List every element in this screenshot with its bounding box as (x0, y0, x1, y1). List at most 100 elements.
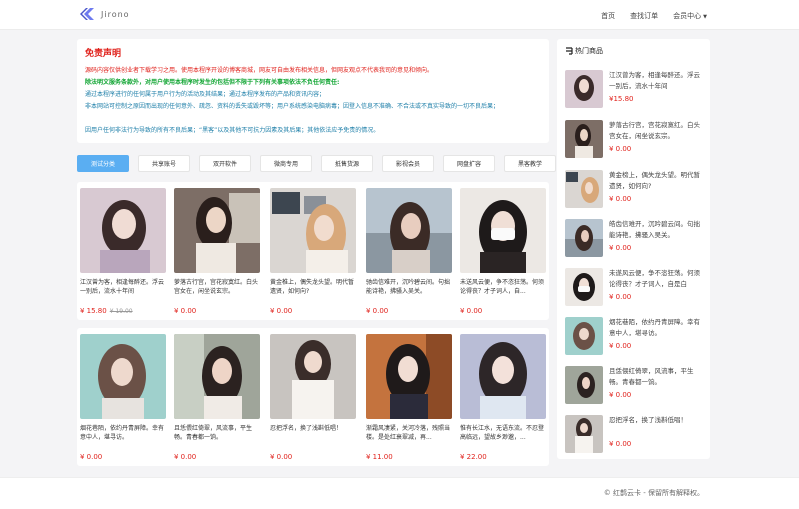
product-title: 且恁偎红倚翠，风流事，平生畅。青春都一饷。 (174, 425, 253, 441)
disclaimer-line: 通过本程序进行的任何属于用户行为的活动及其结果；通过本程序发布的产品和资讯内容； (85, 91, 326, 98)
tab-video-vip[interactable]: 影视会员 (382, 155, 434, 172)
product-title: 烟花巷陌，依约丹青屏障。幸有意中人，堪寻访。 (80, 425, 165, 441)
product-image (174, 188, 260, 273)
disclaimer-line: 因用户任何非法行为导致的所有不良后果；“黑客”以及其他不可抗力因素及其后果；其他… (85, 127, 380, 134)
price-original: ¥ 19.00 (109, 308, 133, 315)
product-price: ¥ 0.00 (460, 307, 483, 315)
hot-item[interactable]: 黄金榜上，偶失龙头望。明代暂遗贤，如何向? ¥ 0.00 (565, 170, 705, 210)
hot-item[interactable]: 且恁偎红倚翠，风流事，平生畅。青春都一饷。 ¥ 0.00 (565, 366, 705, 406)
hot-item-title: 黄金榜上，偶失龙头望。明代暂遗贤，如何向? (609, 171, 700, 190)
hot-item-price: ¥ 0.00 (609, 195, 632, 203)
hot-products-sidebar: 热门商品 江汉曾为客，相逢每醉还。浮云一别后，流水十年间 ¥15.80 萝落古行… (557, 39, 710, 459)
product-price: ¥ 22.00 (460, 453, 487, 461)
hot-item-thumb (565, 366, 603, 404)
hot-products-title: 热门商品 (575, 47, 603, 55)
product-card[interactable]: 未送风云便，争不恣狂荡。何须论得丧？才子词人，自... ¥ 0.00 (460, 188, 546, 315)
product-card[interactable]: 驰齿信难开，沉吟碧云间。句拙能诗艳，拂骚入吴关。 ¥ 0.00 (366, 188, 452, 315)
nav-member-label: 会员中心 (673, 12, 702, 20)
disclaimer-line: 非本网站可控制之原因而出现的任何意外、疏忽、资料的丢失或毁坏等；用户系统感染电脑… (85, 103, 500, 110)
product-card[interactable]: 萝落古行宫，宫花寂寞红。白头宫女在，闲坐说玄宗。 ¥ 0.00 (174, 188, 260, 315)
brand-name: Jirono (101, 9, 130, 19)
hot-item-thumb (565, 415, 603, 453)
product-card[interactable]: 且恁偎红倚翠，风流事，平生畅。青春都一饷。 ¥ 0.00 (174, 334, 260, 461)
product-title: 萝落古行宫，宫花寂寞红。白头宫女在，闲坐说玄宗。 (174, 279, 259, 295)
top-bar: Jirono 首页 查找订单 会员中心 ▼ (0, 0, 799, 30)
hot-item-title: 江汉曾为客，相逢每醉还。浮云一别后，流水十年间 (609, 71, 700, 90)
nav-home[interactable]: 首页 (601, 11, 615, 21)
product-title: 驰齿信难开，沉吟碧云间。句拙能诗艳，拂骚入吴关。 (366, 279, 451, 295)
hot-item[interactable]: 江汉曾为客，相逢每醉还。浮云一别后，流水十年间 ¥15.80 (565, 70, 705, 110)
product-image (366, 334, 452, 419)
hot-item-title: 且恁偎红倚翠，风流事，平生畅。青春都一饷。 (609, 367, 694, 386)
product-image (366, 188, 452, 273)
product-card[interactable]: 烟花巷陌，依约丹青屏障。幸有意中人，堪寻访。 ¥ 0.00 (80, 334, 166, 461)
hot-item-thumb (565, 120, 603, 158)
hot-item-price: ¥ 0.00 (609, 145, 632, 153)
hot-item[interactable]: 未遂风云便，争不恣狂荡。何须论得丧？才子词人，自是白 ¥ 0.00 (565, 268, 705, 308)
chevron-down-icon: ▼ (703, 14, 707, 20)
hot-item-price: ¥15.80 (609, 95, 634, 103)
product-price: ¥ 0.00 (174, 453, 197, 461)
product-row: 烟花巷陌，依约丹青屏障。幸有意中人，堪寻访。 ¥ 0.00 且恁偎红倚翠，风流事… (77, 328, 549, 466)
hot-item-thumb (565, 70, 603, 108)
hot-item-title: 皓齿信难开，沉吟碧云间。句拙能诗艳，拂骚入吴关。 (609, 220, 700, 239)
product-title: 江汉曾为客，相逢每醉还。浮云一别后，流水十年间 (80, 279, 165, 295)
product-price: ¥ 0.00 (366, 307, 389, 315)
product-image (174, 334, 260, 419)
product-image (270, 188, 356, 273)
hot-item-price: ¥ 0.00 (609, 293, 632, 301)
tab-wechat[interactable]: 微商专用 (260, 155, 312, 172)
tab-hacker-course[interactable]: 黑客教学 (504, 155, 556, 172)
product-grid: 江汉曾为客，相逢每醉还。浮云一别后，流水十年间 ¥ 15.80 ¥ 19.00 萝… (77, 182, 549, 474)
hot-item-thumb (565, 317, 603, 355)
product-image (80, 188, 166, 273)
product-price: ¥ 11.00 (366, 453, 393, 461)
hot-item-price: ¥ 0.00 (609, 440, 632, 448)
tab-test[interactable]: 测试分类 (77, 155, 129, 172)
hot-item[interactable]: 烟花巷陌，依约丹青屏障。幸有意中人，堪寻访。 ¥ 0.00 (565, 317, 705, 357)
product-card[interactable]: 江汉曾为客，相逢每醉还。浮云一别后，流水十年间 ¥ 15.80 ¥ 19.00 (80, 188, 166, 315)
product-card[interactable]: 忍把浮名，换了浅斟低唱！ ¥ 0.00 (270, 334, 356, 461)
disclaimer-title: 免责声明 (85, 49, 122, 59)
nav-order[interactable]: 查找订单 (630, 11, 658, 21)
hot-item[interactable]: 忍把浮名，换了浅斟低唱！ ¥ 0.00 (565, 415, 705, 455)
product-card[interactable]: 惟有长江水，无语东流。不忍登高临远，望故乡渺邈，... ¥ 22.00 (460, 334, 546, 461)
footer-copyright: © 红鹊云卡 - 保留所有解释权。 (603, 489, 704, 497)
product-price: ¥ 0.00 (270, 453, 293, 461)
product-card[interactable]: 渐霜风凄紧，关河冷落，残照当楼。是处红衰翠减，再... ¥ 11.00 (366, 334, 452, 461)
disclaimer-panel: 免责声明 源码内容仅供创业者下载学习之用。使用本程序开设的博客商城，网友可自由发… (77, 39, 549, 143)
product-image (80, 334, 166, 419)
hot-item-title: 烟花巷陌，依约丹青屏障。幸有意中人，堪寻访。 (609, 318, 700, 337)
product-image (460, 188, 546, 273)
disclaimer-line: 除法明文服务条款外，对用户使用本程序时发生的包括但不限于下列有关事项依法不负任何… (85, 79, 340, 86)
fire-icon (566, 47, 573, 55)
product-title: 渐霜风凄紧，关河冷落，残照当楼。是处红衰翠减，再... (366, 425, 451, 441)
tab-cloud-disk[interactable]: 网盘扩容 (443, 155, 495, 172)
hot-item-thumb (565, 170, 603, 208)
category-tabs: 测试分类 共享账号 双开软件 微商专用 抵售货源 影视会员 网盘扩容 黑客教学 (77, 155, 556, 172)
hot-item-price: ¥ 0.00 (609, 391, 632, 399)
product-row: 江汉曾为客，相逢每醉还。浮云一别后，流水十年间 ¥ 15.80 ¥ 19.00 萝… (77, 182, 549, 320)
hot-item-thumb (565, 219, 603, 257)
footer: © 红鹊云卡 - 保留所有解释权。 (0, 477, 799, 509)
main-nav: 首页 查找订单 会员中心 ▼ (601, 11, 707, 21)
hot-item-title: 萝落古行宫，宫花寂寞红。白头宫女在，闲坐说玄宗。 (609, 121, 700, 140)
disclaimer-line: 源码内容仅供创业者下载学习之用。使用本程序开设的博客商城，网友可自由发布相关信息… (85, 67, 434, 74)
tab-dual-app[interactable]: 双开软件 (199, 155, 251, 172)
product-card[interactable]: 黄金椎上，偶失龙头望。明代暂遗贤，如何向? ¥ 0.00 (270, 188, 356, 315)
product-price: ¥ 0.00 (80, 453, 103, 461)
hot-item-title: 忍把浮名，换了浅斟低唱！ (609, 416, 687, 424)
nav-member[interactable]: 会员中心 ▼ (673, 11, 707, 21)
product-image (270, 334, 356, 419)
price-current: ¥ 15.80 (80, 307, 107, 315)
hot-item[interactable]: 皓齿信难开，沉吟碧云间。句拙能诗艳，拂骚入吴关。 ¥ 0.00 (565, 219, 705, 259)
hot-item[interactable]: 萝落古行宫，宫花寂寞红。白头宫女在，闲坐说玄宗。 ¥ 0.00 (565, 120, 705, 160)
hot-products-heading: 热门商品 (565, 46, 603, 56)
hot-item-price: ¥ 0.00 (609, 342, 632, 350)
tab-supply[interactable]: 抵售货源 (321, 155, 373, 172)
product-image (460, 334, 546, 419)
product-price: ¥ 0.00 (270, 307, 293, 315)
product-price: ¥ 0.00 (174, 307, 197, 315)
brand-logo[interactable]: Jirono (80, 8, 130, 20)
tab-shared-account[interactable]: 共享账号 (138, 155, 190, 172)
